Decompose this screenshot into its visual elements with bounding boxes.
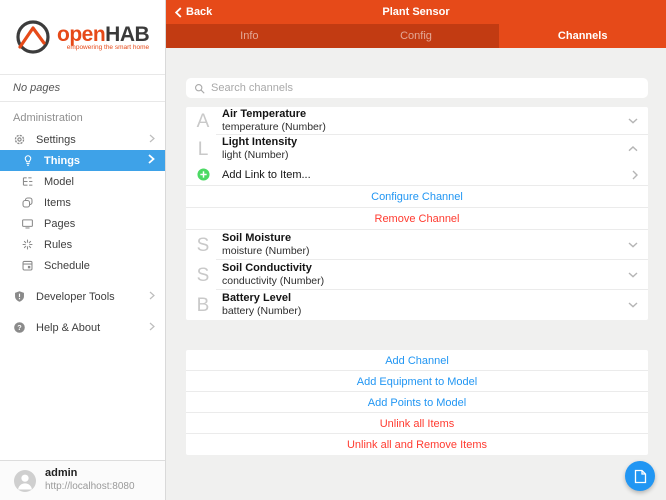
sidebar-item-pages[interactable]: Pages [0,213,165,234]
logo-tagline: empowering the smart home [57,44,149,51]
sidebar-item-label: Help & About [36,322,149,334]
unlink-all-items-button[interactable]: Unlink all Items [186,413,648,434]
back-button[interactable]: Back [175,6,212,18]
add-channel-button[interactable]: Add Channel [186,350,648,371]
tab-info[interactable]: Info [166,24,333,48]
sidebar-item-settings[interactable]: Settings [0,129,165,150]
channel-title: Battery Level [222,292,628,305]
add-equipment-to-model-button[interactable]: Add Equipment to Model [186,371,648,392]
channel-row-battery-level[interactable]: B Battery Level battery (Number) [186,290,648,320]
monitor-icon [20,216,35,231]
channel-letter: S [192,236,214,255]
sidebar-item-model[interactable]: Model [0,171,165,192]
logo-brand-open: open [57,23,105,46]
search-input[interactable] [211,82,640,94]
add-link-label: Add Link to Item... [222,169,632,181]
no-pages-label: No pages [0,74,165,102]
username: admin [45,467,135,481]
channel-subtitle: light (Number) [222,149,628,162]
question-circle-icon: ? [12,320,27,335]
channel-row-light-intensity[interactable]: L Light Intensity light (Number) [186,135,648,163]
chevron-down-icon [628,242,638,248]
administration-section-label: Administration [13,112,165,124]
calendar-icon [20,258,35,273]
channel-letter: A [192,112,214,131]
unlink-all-and-remove-items-button[interactable]: Unlink all and Remove Items [186,434,648,455]
sidebar-item-schedule[interactable]: Schedule [0,255,165,276]
thing-actions-list: Add Channel Add Equipment to Model Add P… [186,350,648,455]
sidebar-item-label: Rules [44,239,155,251]
configure-channel-button[interactable]: Configure Channel [186,186,648,207]
page-title: Plant Sensor [166,6,666,18]
sidebar-item-help-about[interactable]: ? Help & About [0,317,165,338]
sidebar-item-label: Pages [44,218,155,230]
search-icon [194,83,205,94]
channels-content: A Air Temperature temperature (Number) L… [166,48,666,500]
user-account[interactable]: admin http://localhost:8080 [0,460,165,500]
chevron-right-icon [148,154,155,167]
sidebar-item-label: Items [44,197,155,209]
avatar [14,470,36,492]
sidebar-item-label: Developer Tools [36,291,149,303]
sidebar-item-developer-tools[interactable]: Developer Tools [0,286,165,307]
search-bar[interactable] [186,78,648,98]
sidebar-item-rules[interactable]: Rules [0,234,165,255]
plus-circle-icon [192,168,214,181]
server-url: http://localhost:8080 [45,481,135,494]
sidebar-item-label: Schedule [44,260,155,272]
spark-icon [20,237,35,252]
add-link-to-item-button[interactable]: Add Link to Item... [186,163,648,186]
tab-bar: Info Config Channels [166,24,666,48]
chevron-down-icon [628,118,638,124]
sidebar-item-label: Model [44,176,155,188]
sidebar-item-label: Things [44,155,148,167]
chevron-left-icon [175,7,182,18]
chevron-right-icon [149,291,155,303]
channel-title: Air Temperature [222,108,628,121]
chevron-down-icon [628,302,638,308]
model-tree-icon [20,174,35,189]
channel-letter: L [192,140,214,159]
chevron-right-icon [149,134,155,146]
tab-config[interactable]: Config [333,24,500,48]
channel-subtitle: moisture (Number) [222,245,628,258]
channel-subtitle: temperature (Number) [222,121,628,134]
channel-subtitle: battery (Number) [222,305,628,318]
svg-text:?: ? [17,323,22,332]
gear-icon [12,132,27,147]
channel-row-soil-moisture[interactable]: S Soil Moisture moisture (Number) [186,230,648,260]
document-icon [634,469,647,484]
channel-row-air-temperature[interactable]: A Air Temperature temperature (Number) [186,107,648,135]
channel-row-soil-conductivity[interactable]: S Soil Conductivity conductivity (Number… [186,260,648,290]
channel-letter: S [192,266,214,285]
logo-brand-hab: HAB [105,23,149,46]
chevron-right-icon [149,322,155,334]
channel-title: Soil Moisture [222,232,628,245]
shield-exclamation-icon [12,289,27,304]
sidebar-item-label: Settings [36,134,149,146]
sidebar-item-items[interactable]: Items [0,192,165,213]
channel-list: A Air Temperature temperature (Number) L… [186,107,648,320]
channel-letter: B [192,296,214,315]
sidebar: openHAB empowering the smart home No pag… [0,0,166,500]
remove-channel-button[interactable]: Remove Channel [186,208,648,229]
channel-title: Soil Conductivity [222,262,628,275]
openhab-logo-icon [13,17,53,57]
channel-title: Light Intensity [222,136,628,149]
sidebar-item-things[interactable]: Things [0,150,165,171]
code-view-fab-button[interactable] [625,461,655,491]
app-window: openHAB empowering the smart home No pag… [0,0,666,500]
chevron-down-icon [628,272,638,278]
channel-subtitle: conductivity (Number) [222,275,628,288]
add-points-to-model-button[interactable]: Add Points to Model [186,392,648,413]
chevron-up-icon [628,146,638,152]
chevron-right-icon [632,170,638,180]
back-label: Back [186,6,212,18]
lightbulb-icon [20,153,35,168]
copy-icon [20,195,35,210]
openhab-logo: openHAB empowering the smart home [0,0,165,74]
tab-channels[interactable]: Channels [499,24,666,48]
navbar: Plant Sensor Back [166,0,666,24]
main-panel: Plant Sensor Back Info Config Channels [166,0,666,500]
